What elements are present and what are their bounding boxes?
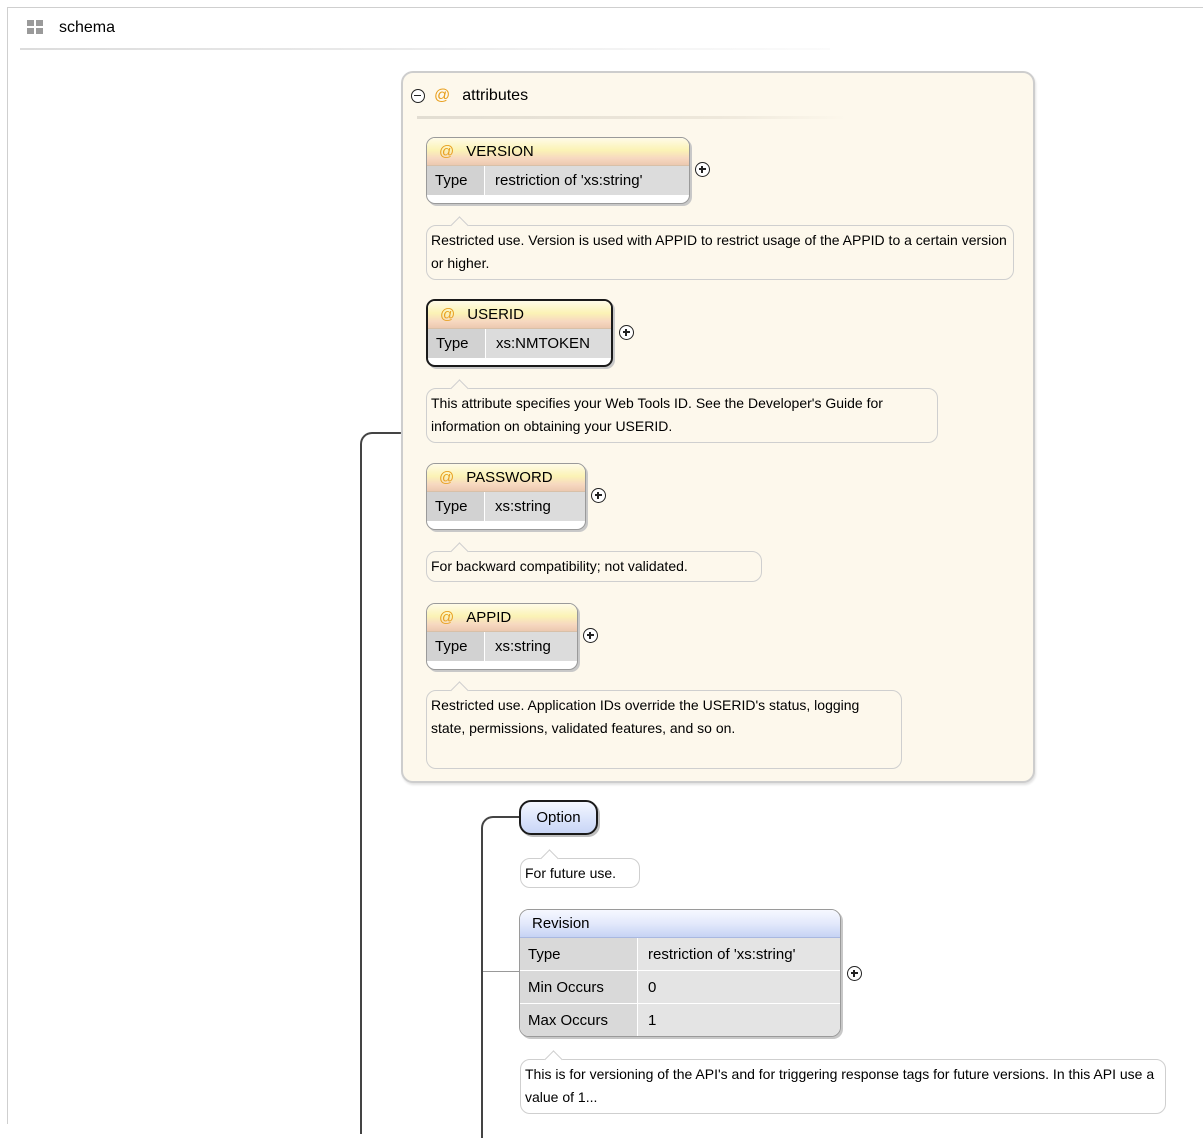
expand-icon[interactable]	[695, 162, 710, 177]
row-value: 0	[648, 978, 657, 996]
at-icon: @	[439, 609, 455, 626]
collapse-icon[interactable]	[411, 89, 425, 103]
option-element[interactable]: Option	[519, 800, 598, 835]
row-key: Min Occurs	[520, 971, 638, 1003]
row-key: Max Occurs	[520, 1004, 638, 1036]
type-value: xs:string	[495, 638, 551, 655]
attribute-name: APPID	[466, 609, 512, 626]
attribute-node-appid[interactable]: @ APPID Type xs:string	[426, 603, 578, 670]
attribute-node-version[interactable]: @ VERSION Type restriction of 'xs:string'	[426, 137, 690, 204]
doc-option: For future use.	[520, 849, 640, 888]
connector-attributes	[360, 432, 406, 1134]
expand-icon[interactable]	[583, 628, 598, 643]
type-label: Type	[427, 166, 485, 195]
type-label: Type	[428, 329, 486, 358]
doc-appid: Restricted use. Application IDs override…	[426, 681, 902, 769]
expand-icon[interactable]	[619, 325, 634, 340]
doc-version: Restricted use. Version is used with APP…	[426, 216, 1014, 280]
type-value: xs:string	[495, 498, 551, 515]
type-value: restriction of 'xs:string'	[495, 172, 643, 189]
row-value: 1	[648, 1011, 657, 1029]
doc-password: For backward compatibility; not validate…	[426, 542, 762, 582]
type-label: Type	[427, 492, 485, 521]
element-name: Revision	[532, 915, 590, 932]
connector-revision	[483, 971, 519, 972]
doc-text: Restricted use. Application IDs override…	[431, 697, 860, 736]
option-label: Option	[536, 809, 581, 826]
schema-title: schema	[59, 19, 116, 36]
doc-revision: This is for versioning of the API's and …	[520, 1050, 1166, 1114]
revision-element[interactable]: Revision Type restriction of 'xs:string' …	[519, 909, 841, 1037]
header-divider	[20, 48, 830, 50]
expand-icon[interactable]	[591, 488, 606, 503]
doc-text: For future use.	[525, 865, 617, 881]
attribute-node-userid[interactable]: @ USERID Type xs:NMTOKEN	[426, 299, 613, 367]
schema-header[interactable]: schema	[27, 17, 115, 39]
type-label: Type	[427, 632, 485, 661]
at-icon: @	[434, 87, 451, 104]
expand-icon[interactable]	[847, 966, 862, 981]
doc-text: Restricted use. Version is used with APP…	[431, 232, 1007, 271]
attributes-group-header: @ attributes	[411, 87, 528, 105]
attribute-name: PASSWORD	[466, 469, 553, 486]
attributes-title: attributes	[462, 87, 529, 104]
attribute-name: VERSION	[466, 143, 534, 160]
doc-userid: This attribute specifies your Web Tools …	[426, 379, 938, 443]
at-icon: @	[440, 306, 456, 323]
row-value: restriction of 'xs:string'	[648, 945, 796, 963]
attribute-name: USERID	[467, 306, 524, 323]
at-icon: @	[439, 469, 455, 486]
doc-text: This is for versioning of the API's and …	[525, 1066, 1155, 1105]
row-key: Type	[520, 938, 638, 970]
connector-option	[481, 816, 523, 1138]
attributes-divider	[417, 116, 847, 119]
type-value: xs:NMTOKEN	[496, 335, 590, 352]
grid-icon	[27, 20, 45, 36]
doc-text: This attribute specifies your Web Tools …	[431, 395, 883, 434]
attribute-node-password[interactable]: @ PASSWORD Type xs:string	[426, 463, 586, 530]
at-icon: @	[439, 143, 455, 160]
doc-text: For backward compatibility; not validate…	[431, 558, 688, 574]
